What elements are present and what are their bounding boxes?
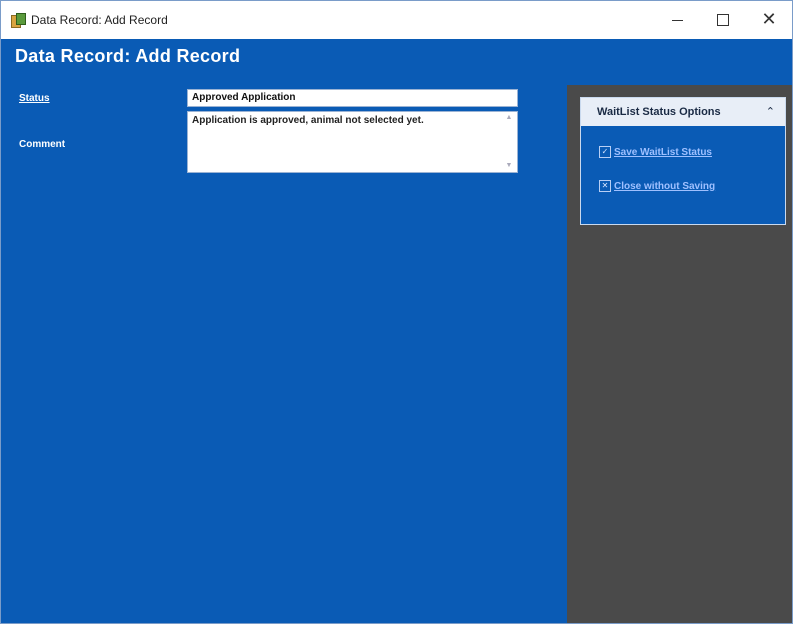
scroll-up-icon[interactable]: ▲ — [505, 114, 513, 122]
close-icon: ✕ — [761, 9, 777, 30]
collapse-icon[interactable]: ⌃ — [766, 105, 775, 118]
minimize-icon — [671, 19, 683, 21]
close-without-saving-button[interactable]: ✕ Close without Saving — [599, 180, 715, 192]
scroll-down-icon[interactable]: ▼ — [505, 162, 513, 170]
maximize-button[interactable] — [700, 1, 746, 39]
status-field[interactable]: Approved Application — [187, 89, 518, 107]
options-title: WaitList Status Options — [597, 106, 721, 118]
minimize-button[interactable] — [654, 1, 700, 39]
comment-scrollbar[interactable]: ▲ ▼ — [503, 114, 515, 170]
waitlist-options-box: WaitList Status Options ⌃ ✓ Save WaitLis… — [580, 97, 786, 225]
app-icon — [11, 13, 26, 28]
close-without-saving-label: Close without Saving — [614, 180, 716, 192]
maximize-icon — [717, 14, 729, 26]
save-waitlist-status-button[interactable]: ✓ Save WaitList Status — [599, 146, 712, 158]
window-controls: ✕ — [654, 1, 792, 39]
comment-textarea[interactable]: Application is approved, animal not sele… — [187, 111, 518, 173]
save-check-icon: ✓ — [599, 146, 611, 158]
options-header[interactable]: WaitList Status Options ⌃ — [581, 98, 785, 126]
app-window: Data Record: Add Record ✕ Data Record: A… — [0, 0, 793, 624]
close-window-button[interactable]: ✕ — [746, 1, 792, 39]
window-title: Data Record: Add Record — [31, 13, 168, 27]
status-label[interactable]: Status — [19, 93, 50, 104]
save-waitlist-status-label: Save WaitList Status — [614, 146, 712, 158]
title-bar[interactable]: Data Record: Add Record ✕ — [1, 1, 792, 39]
side-panel: WaitList Status Options ⌃ ✓ Save WaitLis… — [567, 85, 792, 623]
comment-text: Application is approved, animal not sele… — [192, 115, 424, 126]
close-x-icon: ✕ — [599, 180, 611, 192]
page-title: Data Record: Add Record — [15, 45, 241, 66]
comment-label: Comment — [19, 139, 66, 150]
